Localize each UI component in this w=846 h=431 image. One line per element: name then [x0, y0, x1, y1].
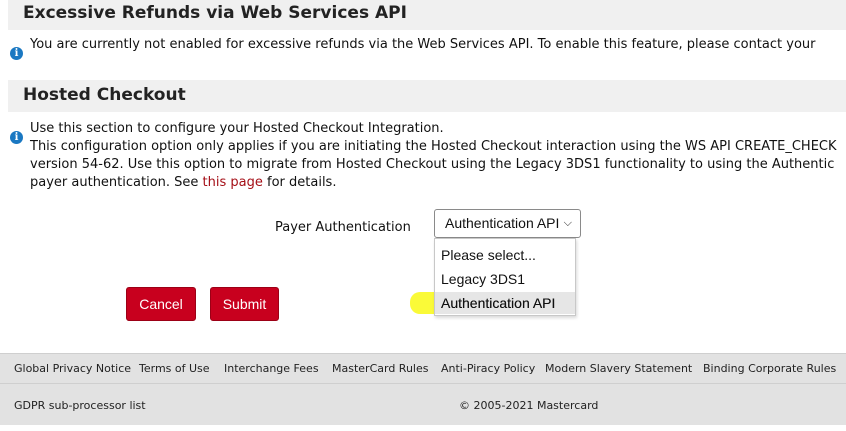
- option-authentication-api-label: Authentication API: [441, 295, 556, 311]
- cancel-button[interactable]: Cancel: [126, 287, 196, 321]
- footer-copyright: © 2005-2021 Mastercard: [459, 399, 599, 412]
- footer-link-anti-piracy-policy[interactable]: Anti-Piracy Policy: [441, 362, 535, 376]
- line4-suffix: for details.: [262, 175, 337, 190]
- details-link[interactable]: this page: [203, 175, 263, 190]
- footer-link-mastercard-rules[interactable]: MasterCard Rules: [332, 362, 428, 376]
- chevron-down-icon: ⌵: [563, 217, 572, 229]
- footer-link-gdpr-sub-processor-list[interactable]: GDPR sub-processor list: [14, 399, 146, 413]
- selected-value: Authentication API: [445, 215, 560, 231]
- footer-bottom-bar: GDPR sub-processor list © 2005-2021 Mast…: [0, 383, 846, 425]
- payer-authentication-select[interactable]: Authentication API ⌵: [434, 209, 581, 238]
- refunds-message: You are currently not enabled for excess…: [30, 37, 816, 52]
- footer-link-global-privacy-notice[interactable]: Global Privacy Notice: [14, 362, 131, 376]
- hosted-message-line4: payer authentication. See this page for …: [30, 174, 336, 192]
- footer-link-interchange-fees[interactable]: Interchange Fees: [224, 362, 319, 376]
- hosted-message-line3: version 54-62. Use this option to migrat…: [30, 157, 835, 172]
- info-icon: i: [10, 131, 23, 144]
- line4-prefix: payer authentication. See: [30, 175, 203, 190]
- hosted-message-line1: Use this section to configure your Hoste…: [30, 121, 444, 136]
- payer-authentication-label: Payer Authentication: [275, 220, 411, 235]
- hosted-checkout-section-title: Hosted Checkout: [8, 80, 846, 112]
- footer-link-binding-corporate-rules[interactable]: Binding Corporate Rules: [703, 362, 836, 376]
- refunds-section-title: Excessive Refunds via Web Services API: [8, 0, 846, 30]
- footer-link-terms-of-use[interactable]: Terms of Use: [139, 362, 210, 376]
- hosted-message-line2: This configuration option only applies i…: [30, 139, 837, 154]
- submit-button[interactable]: Submit: [210, 287, 279, 321]
- footer-links-bar: Global Privacy Notice Terms of Use Inter…: [0, 353, 846, 383]
- option-please-select[interactable]: Please select...: [435, 244, 575, 266]
- info-icon: i: [10, 47, 23, 60]
- option-legacy-3ds1[interactable]: Legacy 3DS1: [435, 268, 575, 290]
- footer-link-modern-slavery-statement[interactable]: Modern Slavery Statement: [545, 362, 692, 376]
